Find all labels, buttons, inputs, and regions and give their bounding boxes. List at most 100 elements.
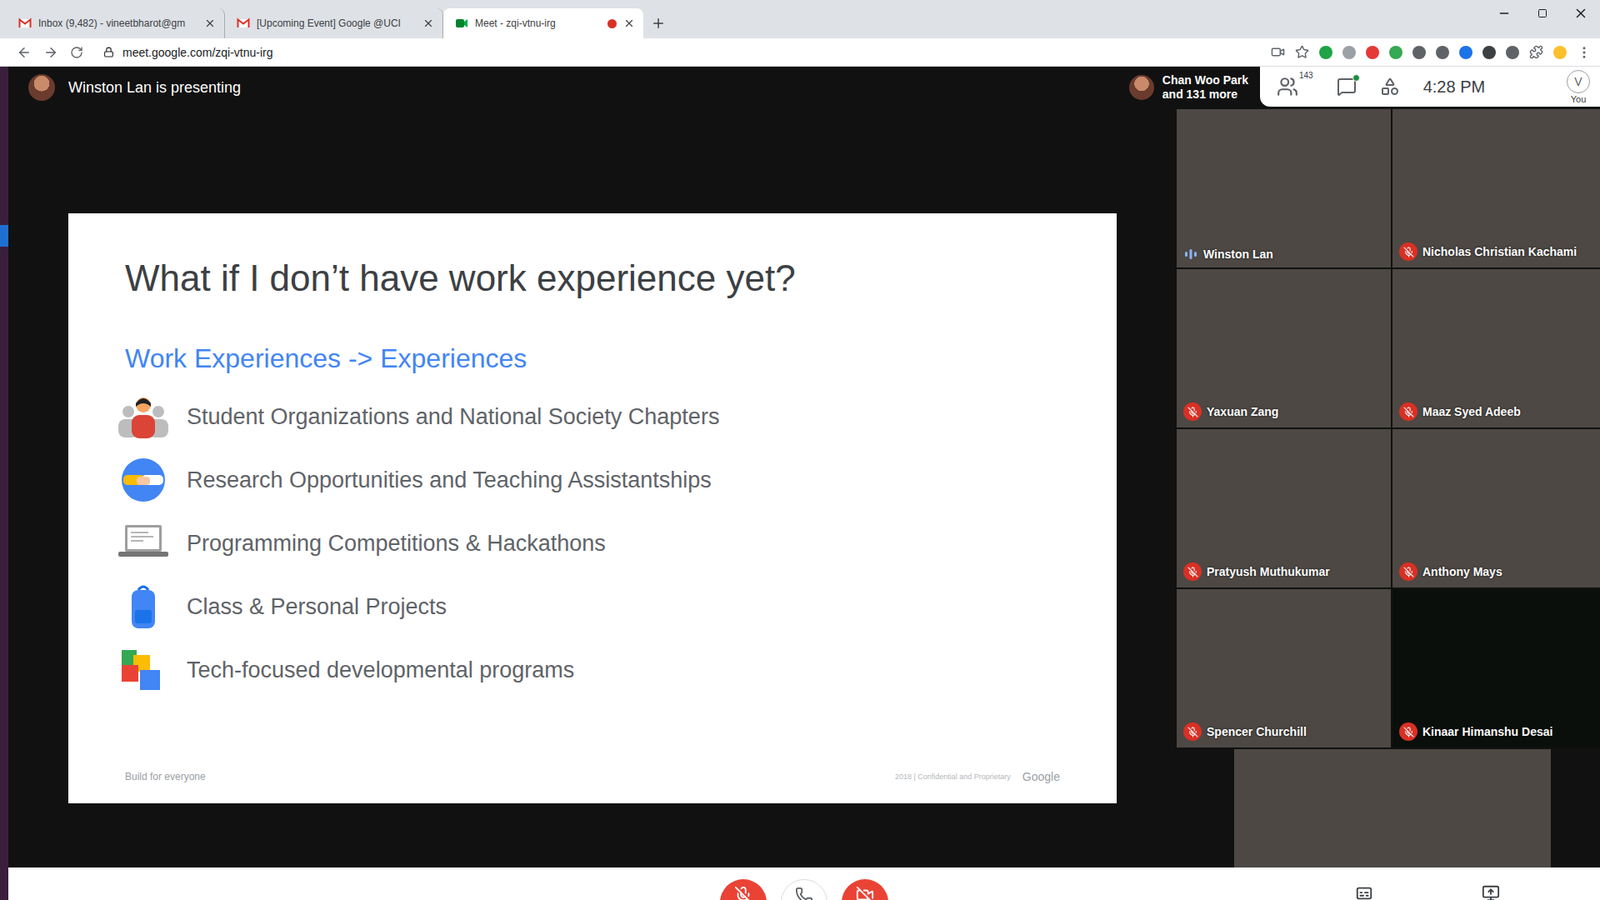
tab-label: Meet - zqi-vtnu-irg	[475, 17, 601, 30]
extension-icon[interactable]	[1389, 45, 1403, 60]
url-text: meet.google.com/zqi-vtnu-irg	[122, 45, 274, 60]
slide-list: Student Organizations and National Socie…	[125, 385, 1060, 702]
extension-icon[interactable]	[1459, 45, 1473, 60]
participant-name: Nicholas Christian Kachami	[1399, 242, 1600, 261]
hang-up-button[interactable]	[780, 879, 828, 900]
slide-item: Student Organizations and National Socie…	[115, 385, 1060, 449]
participant-name: Yaxuan Zang	[1183, 402, 1391, 421]
extension-icon[interactable]	[1319, 45, 1333, 60]
participant-tile[interactable]: Yaxuan Zang	[1176, 269, 1391, 428]
minimize-button[interactable]	[1485, 0, 1524, 27]
participant-tile[interactable]	[1234, 749, 1551, 868]
speaking-icon	[1183, 247, 1199, 261]
participant-name: Spencer Churchill	[1183, 722, 1391, 741]
maximize-icon	[1537, 8, 1548, 19]
tab-label: [Upcoming Event] Google @UCI	[256, 17, 416, 30]
participant-tile[interactable]: Maaz Syed Adeeb	[1392, 269, 1600, 428]
mic-off-icon	[1187, 726, 1199, 738]
muted-badge	[1399, 242, 1418, 261]
url-field[interactable]: meet.google.com/zqi-vtnu-irg	[95, 45, 1260, 60]
slide-item: Research Opportunities and Teaching Assi…	[115, 448, 1060, 512]
puzzle-icon[interactable]	[1529, 45, 1544, 60]
maximize-button[interactable]	[1523, 0, 1562, 27]
extension-icon[interactable]	[1342, 45, 1356, 60]
participant-tile[interactable]: Pratyush Muthukumar	[1176, 429, 1391, 588]
browser-tab[interactable]: Inbox (9,482) - vineetbharot@gm	[6, 8, 225, 39]
extension-icon[interactable]	[1505, 45, 1520, 60]
stage-header: Winston Lan is presenting Chan Woo Parkan…	[8, 66, 1600, 110]
participant-name: Pratyush Muthukumar	[1183, 562, 1391, 581]
close-icon[interactable]	[204, 17, 216, 30]
camera-icon[interactable]	[1270, 45, 1285, 60]
mic-off-icon	[1187, 566, 1199, 578]
gmail-icon	[236, 16, 250, 30]
people-button[interactable]: 143	[1276, 75, 1314, 98]
activities-icon	[1380, 76, 1400, 97]
laptop-icon	[115, 518, 172, 569]
captions-icon[interactable]	[1355, 884, 1374, 900]
slide-item: Class & Personal Projects	[115, 575, 1060, 639]
other-participants[interactable]: Chan Woo Parkand 131 more	[1120, 66, 1260, 105]
reload-icon[interactable]	[70, 45, 84, 60]
meeting-info-bar: 143 4:28 PM VYou	[1260, 66, 1600, 107]
new-tab-button[interactable]	[643, 8, 674, 39]
muted-badge	[1183, 722, 1202, 741]
mic-button[interactable]	[720, 879, 767, 900]
participant-name: Winston Lan	[1183, 247, 1391, 261]
participant-tile[interactable]: Spencer Churchill	[1176, 589, 1391, 748]
meet-icon	[455, 16, 469, 30]
participant-name: Maaz Syed Adeeb	[1399, 402, 1600, 421]
clock: 4:28 PM	[1423, 77, 1485, 97]
participant-name: Anthony Mays	[1399, 562, 1600, 581]
star-icon[interactable]	[1295, 45, 1310, 60]
presenter-avatar	[28, 74, 55, 101]
chat-button[interactable]	[1336, 76, 1357, 97]
slide-subtitle: Work Experiences -> Experiences	[125, 341, 1060, 375]
participant-tile[interactable]: Kinaar Himanshu Desai	[1392, 589, 1600, 748]
slide-title: What if I don’t have work experience yet…	[125, 255, 1060, 302]
presenter-banner: Winston Lan is presenting	[8, 66, 241, 101]
close-button[interactable]	[1561, 0, 1600, 27]
extension-icon[interactable]	[1482, 45, 1496, 60]
camera-off-icon	[855, 885, 875, 900]
presentation-area: What if I don’t have work experience yet…	[8, 109, 1177, 868]
forward-icon[interactable]	[43, 45, 59, 60]
back-icon[interactable]	[16, 45, 32, 60]
browser-tab[interactable]: [Upcoming Event] Google @UCI	[225, 8, 444, 39]
muted-badge	[1399, 722, 1418, 741]
self-avatar[interactable]: VYou	[1566, 70, 1590, 105]
people-icon	[1276, 75, 1299, 98]
extension-icon[interactable]	[1412, 45, 1426, 60]
browser-window: Inbox (9,482) - vineetbharot@gm [Upcoming…	[0, 0, 1600, 900]
people-icon	[115, 391, 172, 442]
browser-tab[interactable]: Meet - zqi-vtnu-irg	[443, 8, 644, 39]
profile-icon[interactable]	[1553, 45, 1567, 60]
slide-footer: Build for everyone2018 | Confidential an…	[125, 770, 1060, 804]
participant-tile[interactable]: Nicholas Christian Kachami	[1392, 109, 1600, 268]
unread-dot	[1352, 74, 1360, 82]
minimize-icon	[1497, 6, 1511, 20]
activities-button[interactable]	[1380, 76, 1400, 97]
tab-strip: Inbox (9,482) - vineetbharot@gm [Upcoming…	[0, 0, 1600, 39]
phone-icon	[795, 886, 814, 900]
recording-dot	[607, 19, 617, 29]
handshake-icon	[115, 455, 172, 505]
menu-icon[interactable]	[1576, 45, 1592, 60]
blocks-icon	[115, 645, 172, 695]
muted-badge	[1183, 402, 1202, 421]
mic-off-icon	[1403, 406, 1415, 418]
camera-button[interactable]	[841, 879, 889, 900]
close-icon[interactable]	[623, 17, 635, 30]
muted-badge	[1399, 562, 1418, 581]
window-controls	[1485, 0, 1600, 27]
participant-tile[interactable]: Anthony Mays	[1392, 429, 1600, 588]
extension-icon[interactable]	[1365, 45, 1380, 60]
close-icon[interactable]	[422, 17, 435, 30]
present-icon[interactable]	[1481, 884, 1500, 900]
slide-item: Tech-focused developmental programs	[115, 638, 1060, 702]
mic-off-icon	[1403, 566, 1415, 578]
extension-icon[interactable]	[1435, 45, 1450, 60]
mic-off-icon	[734, 885, 753, 900]
participant-avatar	[1129, 75, 1155, 100]
participant-tile[interactable]: Winston Lan	[1176, 109, 1391, 268]
